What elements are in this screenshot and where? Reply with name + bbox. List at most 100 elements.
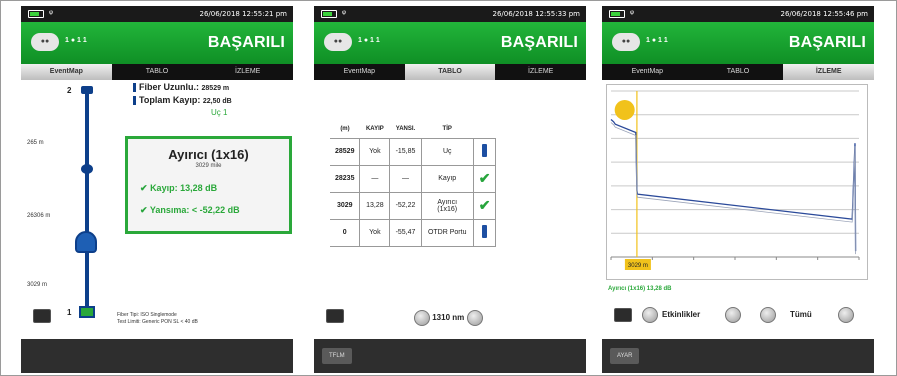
table-row[interactable]: 28235 — — Kayıp ✔ bbox=[330, 164, 497, 193]
plug-icon: ᵠ bbox=[630, 8, 634, 18]
table-body: (m) KAYIP YANSI. TİP 28529 Yok -15,85 Uç… bbox=[314, 80, 586, 339]
status-bar: ᵠ 26/06/2018 12:55:21 pm bbox=[21, 6, 293, 22]
battery-icon bbox=[28, 10, 44, 18]
col-header: TİP bbox=[442, 125, 452, 132]
back-button[interactable] bbox=[33, 309, 51, 323]
trace-controls: Etkinlikler Tümü bbox=[610, 305, 866, 325]
bottom-bar bbox=[21, 339, 293, 373]
bottom-bar: AYAR bbox=[602, 339, 874, 373]
popup-loss: ✔ Kayıp: 13,28 dB bbox=[140, 183, 218, 193]
distance-label: 3029 m bbox=[27, 282, 48, 288]
col-header: KAYIP bbox=[365, 125, 384, 132]
total-loss: Toplam Kayıp: 22,50 dB bbox=[133, 95, 232, 106]
trace-chart[interactable]: 3029 m bbox=[606, 84, 868, 280]
next-wavelength-button[interactable] bbox=[466, 310, 483, 326]
distance-label: 265 m bbox=[27, 140, 44, 146]
cell-loss: Yok bbox=[359, 218, 391, 247]
tab-eventmap[interactable]: EventMap bbox=[602, 64, 693, 80]
screen-table: ᵠ 26/06/2018 12:55:33 pm ●● 1 ● 1 1 BAŞA… bbox=[314, 6, 586, 373]
frame: ᵠ 26/06/2018 12:55:21 pm ●● 1 ● 1 1 BAŞA… bbox=[0, 0, 897, 376]
distance-label: 26306 m bbox=[27, 213, 51, 219]
device-logo-icon[interactable]: ●● bbox=[324, 33, 352, 51]
prev-event-button[interactable] bbox=[642, 307, 658, 323]
col-header: YANSI. bbox=[395, 125, 416, 132]
cell-type: Uç bbox=[420, 137, 474, 166]
fiber-line bbox=[85, 90, 89, 310]
tab-trace[interactable]: İZLEME bbox=[202, 64, 293, 80]
cell-loss: — bbox=[359, 164, 391, 193]
status-datetime: 26/06/2018 12:55:46 pm bbox=[780, 10, 869, 18]
next-event-button[interactable] bbox=[725, 307, 741, 323]
wavelength-value: 1310 nm bbox=[432, 313, 465, 323]
tab-trace[interactable]: İZLEME bbox=[783, 64, 874, 80]
cell-distance: 28235 bbox=[330, 164, 360, 193]
table-row[interactable]: 0 Yok -55,47 OTDR Portu bbox=[330, 218, 497, 247]
col-header: (m) bbox=[340, 125, 350, 132]
prev-wavelength-button[interactable] bbox=[414, 310, 430, 326]
result-label: BAŞARILI bbox=[207, 34, 285, 51]
eventmap-body: 2 1 265 m 26306 m 3029 m Fiber Uzunlu.: … bbox=[21, 80, 293, 339]
splitter-event-icon[interactable] bbox=[75, 231, 97, 253]
tab-table[interactable]: TABLO bbox=[112, 64, 203, 80]
wavelength-selector: 1310 nm bbox=[414, 310, 483, 326]
zoom-label: Tümü bbox=[790, 310, 812, 319]
event-number-bottom: 1 bbox=[67, 308, 72, 317]
otdr-port-icon[interactable] bbox=[79, 306, 95, 318]
battery-icon bbox=[321, 10, 337, 18]
end-connector-icon[interactable] bbox=[81, 86, 93, 94]
battery-icon bbox=[609, 10, 625, 18]
end-note: Uç 1 bbox=[211, 108, 228, 117]
popup-reflectance: ✔ Yansıma: < -52,22 dB bbox=[140, 205, 240, 215]
zoom-in-button[interactable] bbox=[838, 307, 854, 323]
info-icon bbox=[472, 137, 497, 166]
zoom-out-button[interactable] bbox=[760, 307, 776, 323]
softkey-button[interactable]: AYAR bbox=[610, 348, 640, 364]
cell-reflectance: -15,85 bbox=[389, 137, 422, 166]
tab-bar: EventMap TABLO İZLEME bbox=[21, 64, 293, 80]
event-table: (m) KAYIP YANSI. TİP 28529 Yok -15,85 Uç… bbox=[330, 120, 497, 247]
device-logo-icon[interactable]: ●● bbox=[31, 33, 59, 51]
info-icon bbox=[472, 218, 497, 247]
device-logo-icon[interactable]: ●● bbox=[612, 33, 640, 51]
softkey-button[interactable]: TFLM bbox=[322, 348, 352, 364]
tab-table[interactable]: TABLO bbox=[404, 64, 496, 80]
table-row[interactable]: 3029 13,28 -52,22 Ayırıcı (1x16) ✔ bbox=[330, 191, 497, 220]
result-label: BAŞARILI bbox=[788, 34, 866, 51]
check-icon: ✔ bbox=[140, 183, 148, 193]
result-label: BAŞARILI bbox=[500, 34, 578, 51]
trace-line bbox=[610, 119, 857, 252]
popup-subtitle: 3029 mile bbox=[195, 163, 222, 169]
device-indicator: 1 ● 1 1 bbox=[358, 37, 380, 44]
check-icon: ✔ bbox=[472, 164, 497, 193]
event-popup[interactable]: Ayırıcı (1x16) 3029 mile ✔ Kayıp: 13,28 … bbox=[125, 136, 292, 234]
plug-icon: ᵠ bbox=[49, 8, 53, 18]
tab-bar: EventMap TABLO İZLEME bbox=[314, 64, 586, 80]
selected-event-label: Ayırıcı (1x16) 13,28 dB bbox=[608, 286, 672, 292]
cell-loss: Yok bbox=[359, 137, 391, 166]
status-bar: ᵠ 26/06/2018 12:55:46 pm bbox=[602, 6, 874, 22]
back-button[interactable] bbox=[326, 309, 344, 323]
screen-eventmap: ᵠ 26/06/2018 12:55:21 pm ●● 1 ● 1 1 BAŞA… bbox=[21, 6, 293, 373]
cell-distance: 28529 bbox=[330, 137, 360, 166]
cell-type: Kayıp bbox=[420, 164, 474, 193]
tab-table[interactable]: TABLO bbox=[693, 64, 784, 80]
status-datetime: 26/06/2018 12:55:33 pm bbox=[492, 10, 581, 18]
device-indicator: 1 ● 1 1 bbox=[65, 37, 87, 44]
test-limit: Test Limiti: Generic PON SL < 40 dB bbox=[117, 319, 198, 325]
back-button[interactable] bbox=[614, 308, 632, 322]
tab-trace[interactable]: İZLEME bbox=[495, 64, 586, 80]
cell-type: OTDR Portu bbox=[420, 218, 474, 247]
cell-reflectance: -52,22 bbox=[389, 191, 422, 220]
header: ●● 1 ● 1 1 BAŞARILI bbox=[21, 22, 293, 64]
fiber-type: Fiber Tipi: ISO Singlemode bbox=[117, 312, 177, 318]
cell-type: Ayırıcı (1x16) bbox=[420, 191, 474, 220]
table-row[interactable]: 28529 Yok -15,85 Uç bbox=[330, 137, 497, 166]
screen-trace: ᵠ 26/06/2018 12:55:46 pm ●● 1 ● 1 1 BAŞA… bbox=[602, 6, 874, 373]
tab-eventmap[interactable]: EventMap bbox=[314, 64, 405, 80]
loss-event-icon[interactable] bbox=[81, 164, 93, 174]
cell-distance: 3029 bbox=[330, 191, 360, 220]
tab-eventmap[interactable]: EventMap bbox=[21, 64, 112, 80]
cell-reflectance: -55,47 bbox=[389, 218, 422, 247]
status-bar: ᵠ 26/06/2018 12:55:33 pm bbox=[314, 6, 586, 22]
trace-body: 3029 m Ayırıcı (1x16) 13,28 dB Etkinlikl… bbox=[602, 80, 874, 339]
